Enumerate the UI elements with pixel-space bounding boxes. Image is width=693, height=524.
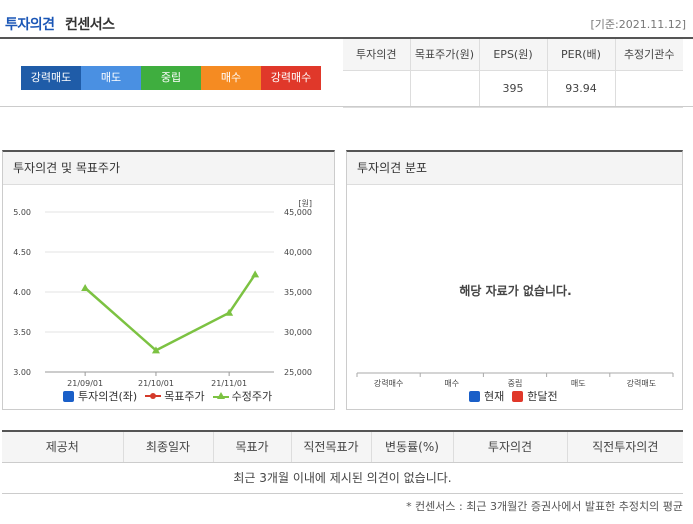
rating-strong-buy: 강력매수 bbox=[261, 66, 321, 90]
legend-month-ago[interactable]: 한달전 bbox=[512, 388, 558, 404]
square-icon bbox=[63, 390, 74, 402]
legend-current[interactable]: 현재 bbox=[469, 388, 504, 404]
value-eps: 395 bbox=[479, 70, 548, 108]
y-left-tick-label: 5.00 bbox=[13, 208, 31, 217]
opinion-distribution-panel: 투자의견 분포 강력매수 매수 중립 매도 강력매도 해당 자료가 없습니다. 현재 한… bbox=[346, 150, 683, 410]
x-tick-label: 21/10/01 bbox=[138, 379, 174, 388]
reference-date: [기준:2021.11.12] bbox=[590, 18, 686, 31]
data-point bbox=[251, 270, 260, 278]
chart-legend: 투자의견(좌) 목표주가 수정주가 bbox=[63, 388, 280, 404]
category-label: 강력매도 bbox=[627, 378, 656, 388]
panel-title-opinion-chart: 투자의견 및 목표주가 bbox=[3, 152, 334, 185]
category-label: 매수 bbox=[444, 379, 459, 388]
opinion-target-price-chart: 5.00 45,000 4.50 40,000 4.00 35,000 3.50 30,000… bbox=[13, 199, 312, 388]
page-subtitle: 컨센서스 bbox=[65, 17, 115, 33]
y-left-tick-label: 3.50 bbox=[13, 328, 31, 337]
y-right-unit: [원] bbox=[298, 199, 312, 208]
square-icon bbox=[512, 390, 524, 402]
opinion-target-price-panel: 투자의견 및 목표주가 5.00 45,000 4.50 40,000 4.00 35,0… bbox=[2, 150, 335, 410]
panel-title-distribution: 투자의견 분포 bbox=[347, 152, 682, 185]
summary-divider bbox=[0, 106, 693, 107]
rating-neutral: 중립 bbox=[141, 66, 201, 90]
y-right-tick-label: 30,000 bbox=[284, 328, 312, 337]
legend-label: 한달전 bbox=[527, 390, 558, 403]
triangle-icon bbox=[212, 392, 229, 399]
col-prev-target[interactable]: 직전목표가 bbox=[291, 431, 372, 463]
x-tick-label: 21/11/01 bbox=[211, 379, 247, 388]
rating-sell: 매도 bbox=[81, 66, 141, 90]
consensus-summary-table: 투자의견 목표주가(원) EPS(원) PER(배) 추정기관수 395 93.… bbox=[343, 39, 683, 108]
opinion-distribution-chart: 강력매수 매수 중립 매도 강력매도 bbox=[356, 372, 674, 388]
data-point bbox=[81, 284, 90, 291]
legend-label: 수정주가 bbox=[231, 390, 273, 403]
y-right-tick-label: 45,000 bbox=[284, 208, 312, 217]
category-label: 매도 bbox=[571, 379, 586, 388]
legend-label: 목표주가 bbox=[164, 390, 205, 403]
empty-table-message: 최근 3개월 이내에 제시된 의견이 없습니다. bbox=[2, 462, 683, 494]
rating-buy: 매수 bbox=[201, 66, 261, 90]
dot-line-icon bbox=[145, 393, 162, 399]
page-header: 투자의견 컨센서스 [기준:2021.11.12] bbox=[0, 0, 693, 40]
category-label: 강력매수 bbox=[374, 378, 403, 388]
col-target[interactable]: 목표가 bbox=[213, 431, 292, 463]
col-opinion[interactable]: 투자의견 bbox=[453, 431, 568, 463]
col-per: PER(배) bbox=[547, 39, 616, 71]
legend-adjusted-price[interactable]: 수정주가 bbox=[212, 388, 273, 404]
rating-strong-sell: 강력매도 bbox=[21, 66, 81, 90]
distribution-legend: 현재 한달전 bbox=[469, 388, 566, 404]
col-prev-opinion[interactable]: 직전투자의견 bbox=[567, 431, 683, 463]
col-change-rate[interactable]: 변동률(%) bbox=[371, 431, 454, 463]
footnote: * 컨센서스 : 최근 3개월간 증권사에서 발표한 추정치의 평균 bbox=[406, 500, 683, 513]
legend-label: 투자의견(좌) bbox=[78, 390, 138, 403]
col-estimators: 추정기관수 bbox=[615, 39, 683, 71]
legend-target-price[interactable]: 목표주가 bbox=[145, 388, 205, 404]
value-opinion bbox=[343, 70, 411, 108]
broker-opinion-table: 제공처 최종일자 목표가 직전목표가 변동률(%) 투자의견 직전투자의견 최근… bbox=[2, 430, 683, 494]
col-opinion: 투자의견 bbox=[343, 39, 411, 71]
page-title: 투자의견 bbox=[5, 17, 55, 33]
col-target-price: 목표주가(원) bbox=[410, 39, 480, 71]
value-target-price bbox=[410, 70, 480, 108]
y-left-tick-label: 3.00 bbox=[13, 368, 31, 377]
col-provider[interactable]: 제공처 bbox=[2, 431, 124, 463]
square-icon bbox=[469, 390, 480, 402]
y-left-tick-label: 4.00 bbox=[13, 288, 31, 297]
no-data-message: 해당 자료가 없습니다. bbox=[459, 284, 572, 298]
col-eps: EPS(원) bbox=[479, 39, 548, 71]
col-last-date[interactable]: 최종일자 bbox=[123, 431, 214, 463]
y-left-tick-label: 4.50 bbox=[13, 248, 31, 257]
y-right-tick-label: 25,000 bbox=[284, 368, 312, 377]
y-right-tick-label: 40,000 bbox=[284, 248, 312, 257]
category-label: 중립 bbox=[508, 379, 523, 388]
x-tick-label: 21/09/01 bbox=[67, 379, 103, 388]
value-estimators bbox=[615, 70, 683, 108]
rating-scale: 강력매도 매도 중립 매수 강력매수 bbox=[21, 66, 321, 90]
legend-label: 현재 bbox=[484, 390, 505, 403]
legend-opinion[interactable]: 투자의견(좌) bbox=[63, 388, 137, 404]
value-per: 93.94 bbox=[547, 70, 616, 108]
y-right-tick-label: 35,000 bbox=[284, 288, 312, 297]
